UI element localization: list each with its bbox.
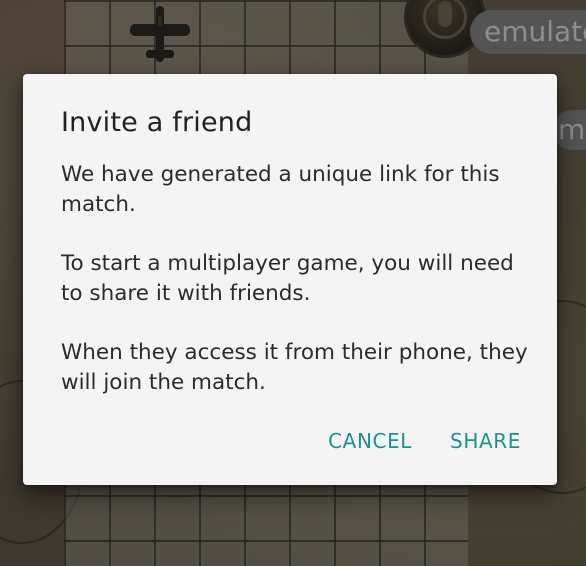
emulator-label: emulato xyxy=(470,10,586,54)
dialog-paragraph: When they access it from their phone, th… xyxy=(61,340,528,395)
share-button[interactable]: SHARE xyxy=(450,429,521,453)
dialog-title: Invite a friend xyxy=(61,107,253,138)
dialog-body: We have generated a unique link for this… xyxy=(61,160,531,427)
plane-icon xyxy=(130,6,190,62)
dialog-paragraph: We have generated a unique link for this… xyxy=(61,162,500,217)
dialog-paragraph: To start a multiplayer game, you will ne… xyxy=(61,251,514,306)
cancel-button[interactable]: CANCEL xyxy=(328,429,412,453)
invite-dialog: Invite a friend We have generated a uniq… xyxy=(23,74,557,485)
dialog-actions: CANCEL SHARE xyxy=(328,429,521,453)
side-chip: m xyxy=(552,110,586,150)
microphone-icon xyxy=(438,1,452,27)
